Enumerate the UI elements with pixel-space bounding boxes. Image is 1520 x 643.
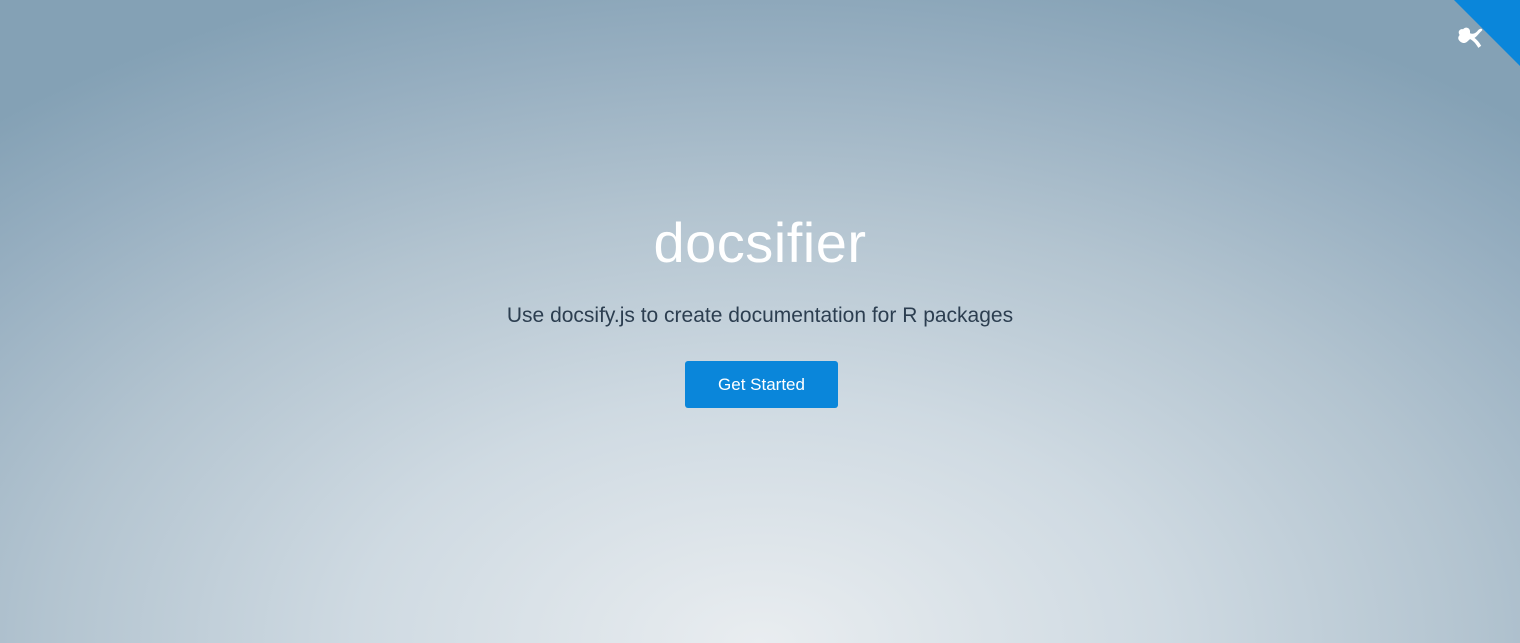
cover-buttons: Get Started (0, 361, 1520, 408)
get-started-button[interactable]: Get Started (685, 361, 838, 408)
github-corner-link[interactable] (1454, 0, 1520, 66)
github-octocat-icon (1454, 0, 1520, 66)
project-title: docsifier (653, 211, 867, 274)
cover-page: docsifier Use docsify.js to create docum… (0, 0, 1520, 643)
project-tagline: Use docsify.js to create documentation f… (506, 304, 1014, 327)
